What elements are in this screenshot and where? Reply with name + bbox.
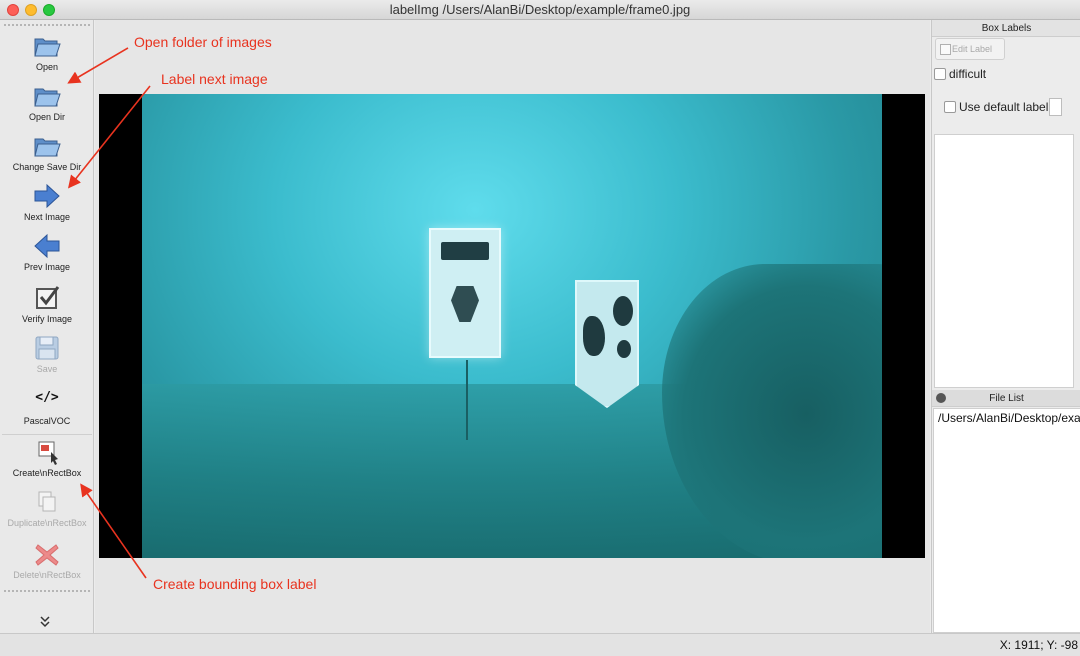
edit-label-text: Edit Label — [952, 44, 993, 54]
sign-panel — [441, 242, 489, 260]
image-frame[interactable] — [99, 94, 925, 558]
verify-image-label: Verify Image — [21, 314, 73, 324]
duplicate-rectbox-label: Duplicate\nRectBox — [7, 518, 87, 528]
maximize-window-button[interactable] — [43, 4, 55, 16]
sign-marking — [613, 296, 633, 326]
annotation-create-box: Create bounding box label — [153, 576, 317, 592]
target-sign-left — [429, 228, 501, 358]
format-button[interactable]: </> PascalVOC — [0, 386, 94, 426]
sign-marking — [451, 286, 479, 322]
target-sign-right — [575, 280, 639, 408]
arrow-right-icon — [34, 183, 60, 209]
open-label: Open — [35, 62, 59, 72]
dock-float-icon[interactable] — [936, 393, 946, 403]
verify-image-button[interactable]: Verify Image — [0, 284, 94, 324]
cursor-coordinates: X: 1911; Y: -98 — [999, 638, 1078, 652]
delete-rectbox-label: Delete\nRectBox — [13, 570, 81, 580]
file-list-title: File List — [989, 393, 1024, 404]
floppy-disk-icon — [35, 336, 59, 360]
change-save-dir-button[interactable]: Change Save Dir — [0, 132, 94, 172]
status-bar: X: 1911; Y: -98 — [0, 633, 1080, 656]
use-default-label-checkbox[interactable] — [944, 101, 956, 113]
box-labels-title: Box Labels — [932, 20, 1080, 37]
toolbar: Open Open Dir Change Save Dir Next Image — [0, 20, 94, 633]
right-dock: Box Labels Edit Label difficult Use defa… — [931, 20, 1080, 633]
chevron-double-down-icon[interactable] — [40, 616, 50, 631]
folder-icon — [34, 88, 61, 107]
title-bar: labelImg /Users/AlanBi/Desktop/example/f… — [0, 0, 1080, 20]
close-window-button[interactable] — [7, 4, 19, 16]
annotation-open-folder: Open folder of images — [134, 34, 272, 50]
save-button[interactable]: Save — [0, 334, 94, 374]
duplicate-icon — [38, 491, 56, 512]
create-rectbox-button[interactable]: Create\nRectBox — [0, 438, 94, 478]
open-button[interactable]: Open — [0, 32, 94, 72]
difficult-checkbox[interactable] — [934, 68, 946, 80]
arrow-left-icon — [34, 233, 60, 259]
delete-rectbox-button[interactable]: Delete\nRectBox — [0, 540, 94, 580]
code-tag-icon: </> — [35, 390, 59, 405]
prev-image-label: Prev Image — [23, 262, 71, 272]
underwater-photo[interactable] — [142, 94, 882, 558]
next-image-label: Next Image — [23, 212, 71, 222]
file-list-title-bar: File List — [932, 390, 1080, 407]
toolbar-grip — [4, 590, 90, 592]
sign-pole — [466, 360, 468, 440]
duplicate-rectbox-button[interactable]: Duplicate\nRectBox — [0, 488, 94, 528]
sign-marking — [583, 316, 605, 356]
image-canvas[interactable] — [95, 20, 930, 633]
app-window: labelImg /Users/AlanBi/Desktop/example/f… — [0, 0, 1080, 656]
open-dir-button[interactable]: Open Dir — [0, 82, 94, 122]
folder-icon — [34, 138, 61, 157]
edit-label-button[interactable]: Edit Label — [935, 38, 1005, 60]
default-label-input[interactable] — [1049, 98, 1062, 116]
prev-image-button[interactable]: Prev Image — [0, 232, 94, 272]
window-title: labelImg /Users/AlanBi/Desktop/example/f… — [389, 2, 691, 17]
open-dir-label: Open Dir — [28, 112, 65, 122]
file-list[interactable]: /Users/AlanBi/Desktop/example/frame0.jpg — [933, 408, 1080, 633]
toolbar-separator — [2, 434, 92, 435]
change-save-dir-label: Change Save Dir — [12, 162, 82, 172]
format-label: PascalVOC — [23, 416, 71, 426]
sign-marking — [617, 340, 631, 358]
create-rectbox-label: Create\nRectBox — [12, 468, 82, 478]
minimize-window-button[interactable] — [25, 4, 37, 16]
difficult-label: difficult — [949, 67, 987, 81]
label-list[interactable] — [934, 134, 1074, 388]
create-rectbox-icon — [38, 441, 58, 465]
save-label: Save — [36, 364, 58, 374]
toolbar-grip[interactable] — [4, 24, 90, 26]
annotation-next-image: Label next image — [161, 71, 268, 87]
edit-pencil-icon — [940, 44, 951, 55]
delete-x-icon — [35, 544, 59, 566]
checkbox-check-icon — [36, 286, 60, 309]
file-list-item[interactable]: /Users/AlanBi/Desktop/example/frame0.jpg — [938, 411, 1080, 425]
next-image-button[interactable]: Next Image — [0, 182, 94, 222]
use-default-label-text: Use default label — [959, 100, 1049, 114]
folder-icon — [34, 38, 61, 57]
